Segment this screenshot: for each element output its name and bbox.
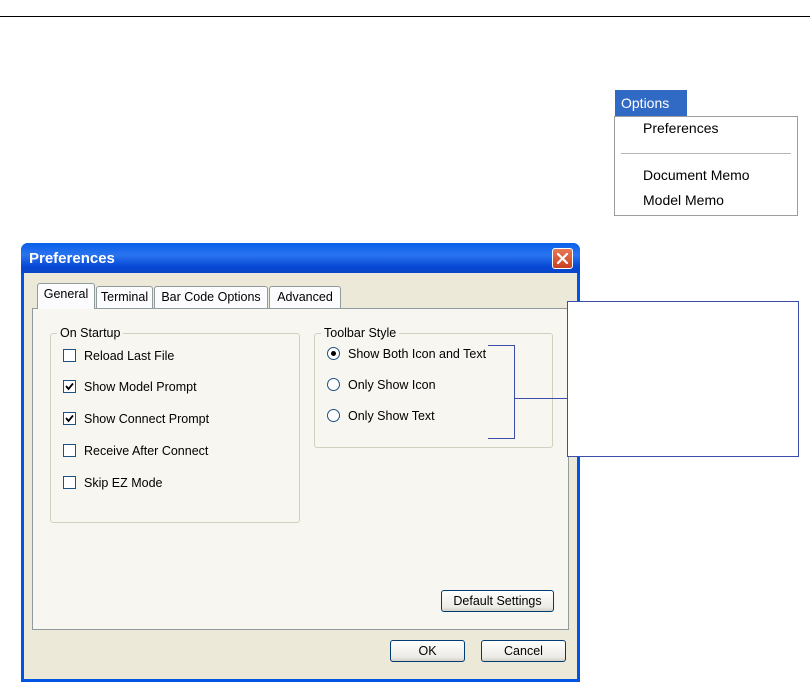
checkbox-box[interactable] xyxy=(63,380,76,394)
callout-bracket xyxy=(488,345,515,439)
only-show-text-radio[interactable]: Only Show Text xyxy=(327,408,435,424)
checkmark-icon xyxy=(65,415,74,423)
only-show-icon-radio[interactable]: Only Show Icon xyxy=(327,377,436,393)
menu-item-preferences[interactable]: Preferences xyxy=(643,119,718,137)
show-both-icon-text-radio[interactable]: Show Both Icon and Text xyxy=(327,346,486,362)
tab-general[interactable]: General xyxy=(37,283,95,309)
dialog-titlebar[interactable]: Preferences xyxy=(21,243,580,273)
radio-label: Show Both Icon and Text xyxy=(348,347,487,361)
on-startup-label: On Startup xyxy=(57,326,124,340)
tab-advanced[interactable]: Advanced xyxy=(269,286,341,308)
checkbox-label: Reload Last File xyxy=(84,349,175,363)
checkbox-label: Receive After Connect xyxy=(84,444,209,458)
checkbox-label: Skip EZ Mode xyxy=(84,476,163,490)
radio-label: Only Show Text xyxy=(348,409,435,423)
toolbar-style-group: Toolbar Style Show Both Icon and Text On… xyxy=(314,326,553,448)
cancel-button[interactable]: Cancel xyxy=(481,640,566,662)
menu-item-document-memo[interactable]: Document Memo xyxy=(643,166,750,184)
show-model-prompt-checkbox[interactable]: Show Model Prompt xyxy=(63,379,197,395)
radio-button[interactable] xyxy=(327,409,340,423)
radio-selected-dot xyxy=(331,351,336,357)
options-menu-title[interactable]: Options xyxy=(615,90,687,116)
tab-terminal[interactable]: Terminal xyxy=(96,286,153,308)
dialog-body: General Terminal Bar Code Options Advanc… xyxy=(24,273,577,679)
menu-separator xyxy=(621,153,791,154)
on-startup-group: On Startup Reload Last File Show Model P… xyxy=(50,326,300,523)
reload-last-file-checkbox[interactable]: Reload Last File xyxy=(63,348,174,364)
preferences-dialog: Preferences General Terminal Bar Code Op… xyxy=(21,243,580,682)
show-connect-prompt-checkbox[interactable]: Show Connect Prompt xyxy=(63,411,209,427)
tab-bar-code-options[interactable]: Bar Code Options xyxy=(154,286,268,308)
radio-button[interactable] xyxy=(327,347,340,361)
close-button[interactable] xyxy=(552,248,573,269)
checkbox-box[interactable] xyxy=(63,476,76,490)
checkbox-box[interactable] xyxy=(63,444,76,458)
menu-item-model-memo[interactable]: Model Memo xyxy=(643,191,724,209)
radio-label: Only Show Icon xyxy=(348,378,436,392)
skip-ez-mode-checkbox[interactable]: Skip EZ Mode xyxy=(63,475,163,491)
receive-after-connect-checkbox[interactable]: Receive After Connect xyxy=(63,443,208,459)
checkbox-box[interactable] xyxy=(63,412,76,426)
dialog-title: Preferences xyxy=(29,250,115,267)
callout-connector xyxy=(515,398,567,399)
callout-box xyxy=(567,301,799,457)
toolbar-style-label: Toolbar Style xyxy=(321,326,400,340)
checkbox-label: Show Connect Prompt xyxy=(84,412,210,426)
radio-button[interactable] xyxy=(327,378,340,392)
top-rule xyxy=(0,16,810,17)
options-dropdown: Preferences Document Memo Model Memo xyxy=(614,116,798,216)
checkbox-box[interactable] xyxy=(63,349,76,363)
default-settings-button[interactable]: Default Settings xyxy=(441,590,554,612)
checkbox-label: Show Model Prompt xyxy=(84,380,197,394)
close-icon xyxy=(556,252,569,265)
options-menu: Options Preferences Document Memo Model … xyxy=(614,90,798,216)
ok-button[interactable]: OK xyxy=(390,640,465,662)
checkmark-icon xyxy=(65,383,74,391)
